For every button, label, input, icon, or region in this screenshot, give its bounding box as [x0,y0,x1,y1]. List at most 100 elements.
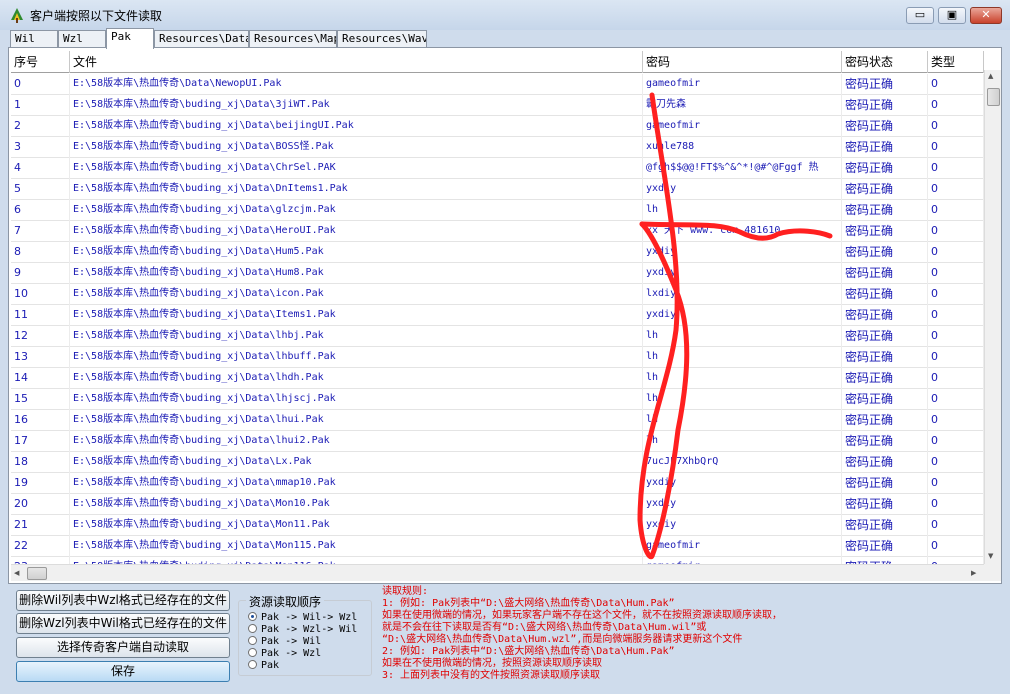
row-password-cell[interactable]: lh [643,200,842,221]
column-header-password-status[interactable]: 密码状态 [842,51,928,73]
row-type-cell[interactable]: 0 [928,557,984,564]
table-row[interactable]: 21 E:\58版本库\热血传奇\buding_xj\Data\Mon11.Pak… [11,515,984,536]
row-status-cell[interactable]: 密码正确 [842,368,928,389]
row-file-cell[interactable]: E:\58版本库\热血传奇\buding_xj\Data\mmap10.Pak [70,473,643,494]
table-row[interactable]: 22 E:\58版本库\热血传奇\buding_xj\Data\Mon115.Pa… [11,536,984,557]
row-file-cell[interactable]: E:\58版本库\热血传奇\buding_xj\Data\Lx.Pak [70,452,643,473]
row-password-cell[interactable]: lh [643,410,842,431]
row-status-cell[interactable]: 密码正确 [842,200,928,221]
row-index-cell[interactable]: 14 [11,368,70,389]
row-file-cell[interactable]: E:\58版本库\热血传奇\buding_xj\Data\icon.Pak [70,284,643,305]
radio-unselected-icon[interactable] [248,636,257,645]
column-header-file[interactable]: 文件 [70,51,643,73]
row-index-cell[interactable]: 5 [11,179,70,200]
resource-order-option[interactable]: Pak -> Wzl [248,648,321,660]
column-header-index[interactable]: 序号 [11,51,70,73]
row-type-cell[interactable]: 0 [928,410,984,431]
row-status-cell[interactable]: 密码正确 [842,284,928,305]
table-row[interactable]: 1 E:\58版本库\热血传奇\buding_xj\Data\3jiWT.Pak 霸… [11,95,984,116]
row-type-cell[interactable]: 0 [928,494,984,515]
row-index-cell[interactable]: 0 [11,74,70,95]
resource-order-option[interactable]: Pak -> Wil [248,636,321,648]
row-password-cell[interactable]: @fgh$$@@!FT$%^&^*!@#^@Fggf 热 [643,158,842,179]
tab-resources-wav[interactable]: Resources\Wav [337,30,427,48]
tab-wil[interactable]: Wil [10,30,58,48]
vertical-scroll-thumb[interactable] [987,88,1000,106]
row-file-cell[interactable]: E:\58版本库\热血传奇\buding_xj\Data\lhjscj.Pak [70,389,643,410]
table-row[interactable]: 15 E:\58版本库\热血传奇\buding_xj\Data\lhjscj.Pa… [11,389,984,410]
row-index-cell[interactable]: 3 [11,137,70,158]
row-index-cell[interactable]: 10 [11,284,70,305]
row-type-cell[interactable]: 0 [928,263,984,284]
table-row[interactable]: 16 E:\58版本库\热血传奇\buding_xj\Data\lhui.Pak l… [11,410,984,431]
table-row[interactable]: 8 E:\58版本库\热血传奇\buding_xj\Data\Hum5.Pak yx… [11,242,984,263]
table-row[interactable]: 3 E:\58版本库\热血传奇\buding_xj\Data\BOSS怪.Pak x… [11,137,984,158]
table-row[interactable]: 4 E:\58版本库\热血传奇\buding_xj\Data\ChrSel.PAK… [11,158,984,179]
row-type-cell[interactable]: 0 [928,326,984,347]
row-status-cell[interactable]: 密码正确 [842,326,928,347]
row-status-cell[interactable]: 密码正确 [842,242,928,263]
row-index-cell[interactable]: 1 [11,95,70,116]
row-type-cell[interactable]: 0 [928,536,984,557]
row-file-cell[interactable]: E:\58版本库\热血传奇\buding_xj\Data\DnItems1.Pa… [70,179,643,200]
row-index-cell[interactable]: 17 [11,431,70,452]
row-index-cell[interactable]: 11 [11,305,70,326]
horizontal-scroll-thumb[interactable] [27,567,47,580]
row-index-cell[interactable]: 9 [11,263,70,284]
table-row[interactable]: 10 E:\58版本库\热血传奇\buding_xj\Data\icon.Pak l… [11,284,984,305]
row-file-cell[interactable]: E:\58版本库\热血传奇\buding_xj\Data\3jiWT.Pak [70,95,643,116]
row-password-cell[interactable]: lh [643,431,842,452]
row-type-cell[interactable]: 0 [928,137,984,158]
scroll-left-arrow-icon[interactable]: ◀ [14,569,19,577]
row-status-cell[interactable]: 密码正确 [842,410,928,431]
scroll-right-arrow-icon[interactable]: ▶ [971,569,976,577]
row-index-cell[interactable]: 7 [11,221,70,242]
row-index-cell[interactable]: 13 [11,347,70,368]
row-password-cell[interactable]: gameofmir [643,116,842,137]
tab-resources-data[interactable]: Resources\Data [154,30,249,48]
delete-wzl-in-wil-button[interactable]: 删除Wil列表中Wzl格式已经存在的文件 [16,590,230,611]
row-password-cell[interactable]: gameofmir [643,74,842,95]
row-index-cell[interactable]: 19 [11,473,70,494]
row-type-cell[interactable]: 0 [928,368,984,389]
row-file-cell[interactable]: E:\58版本库\热血传奇\buding_xj\Data\Hum8.Pak [70,263,643,284]
row-password-cell[interactable]: gameofmir [643,557,842,564]
row-password-cell[interactable]: lxdiy [643,284,842,305]
table-row[interactable]: 9 E:\58版本库\热血传奇\buding_xj\Data\Hum8.Pak yx… [11,263,984,284]
row-file-cell[interactable]: E:\58版本库\热血传奇\buding_xj\Data\Mon115.Pak [70,536,643,557]
row-status-cell[interactable]: 密码正确 [842,137,928,158]
row-type-cell[interactable]: 0 [928,116,984,137]
row-index-cell[interactable]: 8 [11,242,70,263]
table-row[interactable]: 13 E:\58版本库\热血传奇\buding_xj\Data\lhbuff.Pa… [11,347,984,368]
delete-wil-in-wzl-button[interactable]: 删除Wzl列表中Wil格式已经存在的文件 [16,613,230,634]
row-password-cell[interactable]: lh [643,326,842,347]
tab-wzl[interactable]: Wzl [58,30,106,48]
row-password-cell[interactable]: xx 天下 www. com 481610 [643,221,842,242]
row-status-cell[interactable]: 密码正确 [842,263,928,284]
table-row[interactable]: 23E:\58版本库\热血传奇\buding_xj\Data\Mon116.Pa… [11,557,984,564]
row-password-cell[interactable]: yxdiy [643,263,842,284]
row-type-cell[interactable]: 0 [928,158,984,179]
row-status-cell[interactable]: 密码正确 [842,95,928,116]
row-type-cell[interactable]: 0 [928,179,984,200]
table-row[interactable]: 2 E:\58版本库\热血传奇\buding_xj\Data\beijingUI.… [11,116,984,137]
horizontal-scrollbar[interactable]: ◀ ▶ [11,564,984,581]
row-file-cell[interactable]: E:\58版本库\热血传奇\buding_xj\Data\Items1.Pak [70,305,643,326]
row-index-cell[interactable]: 16 [11,410,70,431]
row-file-cell[interactable]: E:\58版本库\热血传奇\buding_xj\Data\lhbuff.Pak [70,347,643,368]
row-password-cell[interactable]: 霸刀先森 [643,95,842,116]
row-password-cell[interactable]: yxdiy [643,242,842,263]
row-password-cell[interactable]: yxdiy [643,305,842,326]
table-row[interactable]: 18 E:\58版本库\热血传奇\buding_xj\Data\Lx.Pak 7uc… [11,452,984,473]
row-type-cell[interactable]: 0 [928,74,984,95]
radio-unselected-icon[interactable] [248,660,257,669]
table-row[interactable]: 11 E:\58版本库\热血传奇\buding_xj\Data\Items1.Pa… [11,305,984,326]
resource-order-option[interactable]: Pak -> Wzl-> Wil [248,624,357,636]
table-row[interactable]: 14 E:\58版本库\热血传奇\buding_xj\Data\lhdh.Pak l… [11,368,984,389]
row-type-cell[interactable]: 0 [928,242,984,263]
radio-unselected-icon[interactable] [248,624,257,633]
table-row[interactable]: 0 E:\58版本库\热血传奇\Data\NewopUI.Pak gameofmir… [11,74,984,95]
row-password-cell[interactable]: lh [643,347,842,368]
row-file-cell[interactable]: E:\58版本库\热血传奇\buding_xj\Data\HeroUI.Pak [70,221,643,242]
row-index-cell[interactable]: 22 [11,536,70,557]
